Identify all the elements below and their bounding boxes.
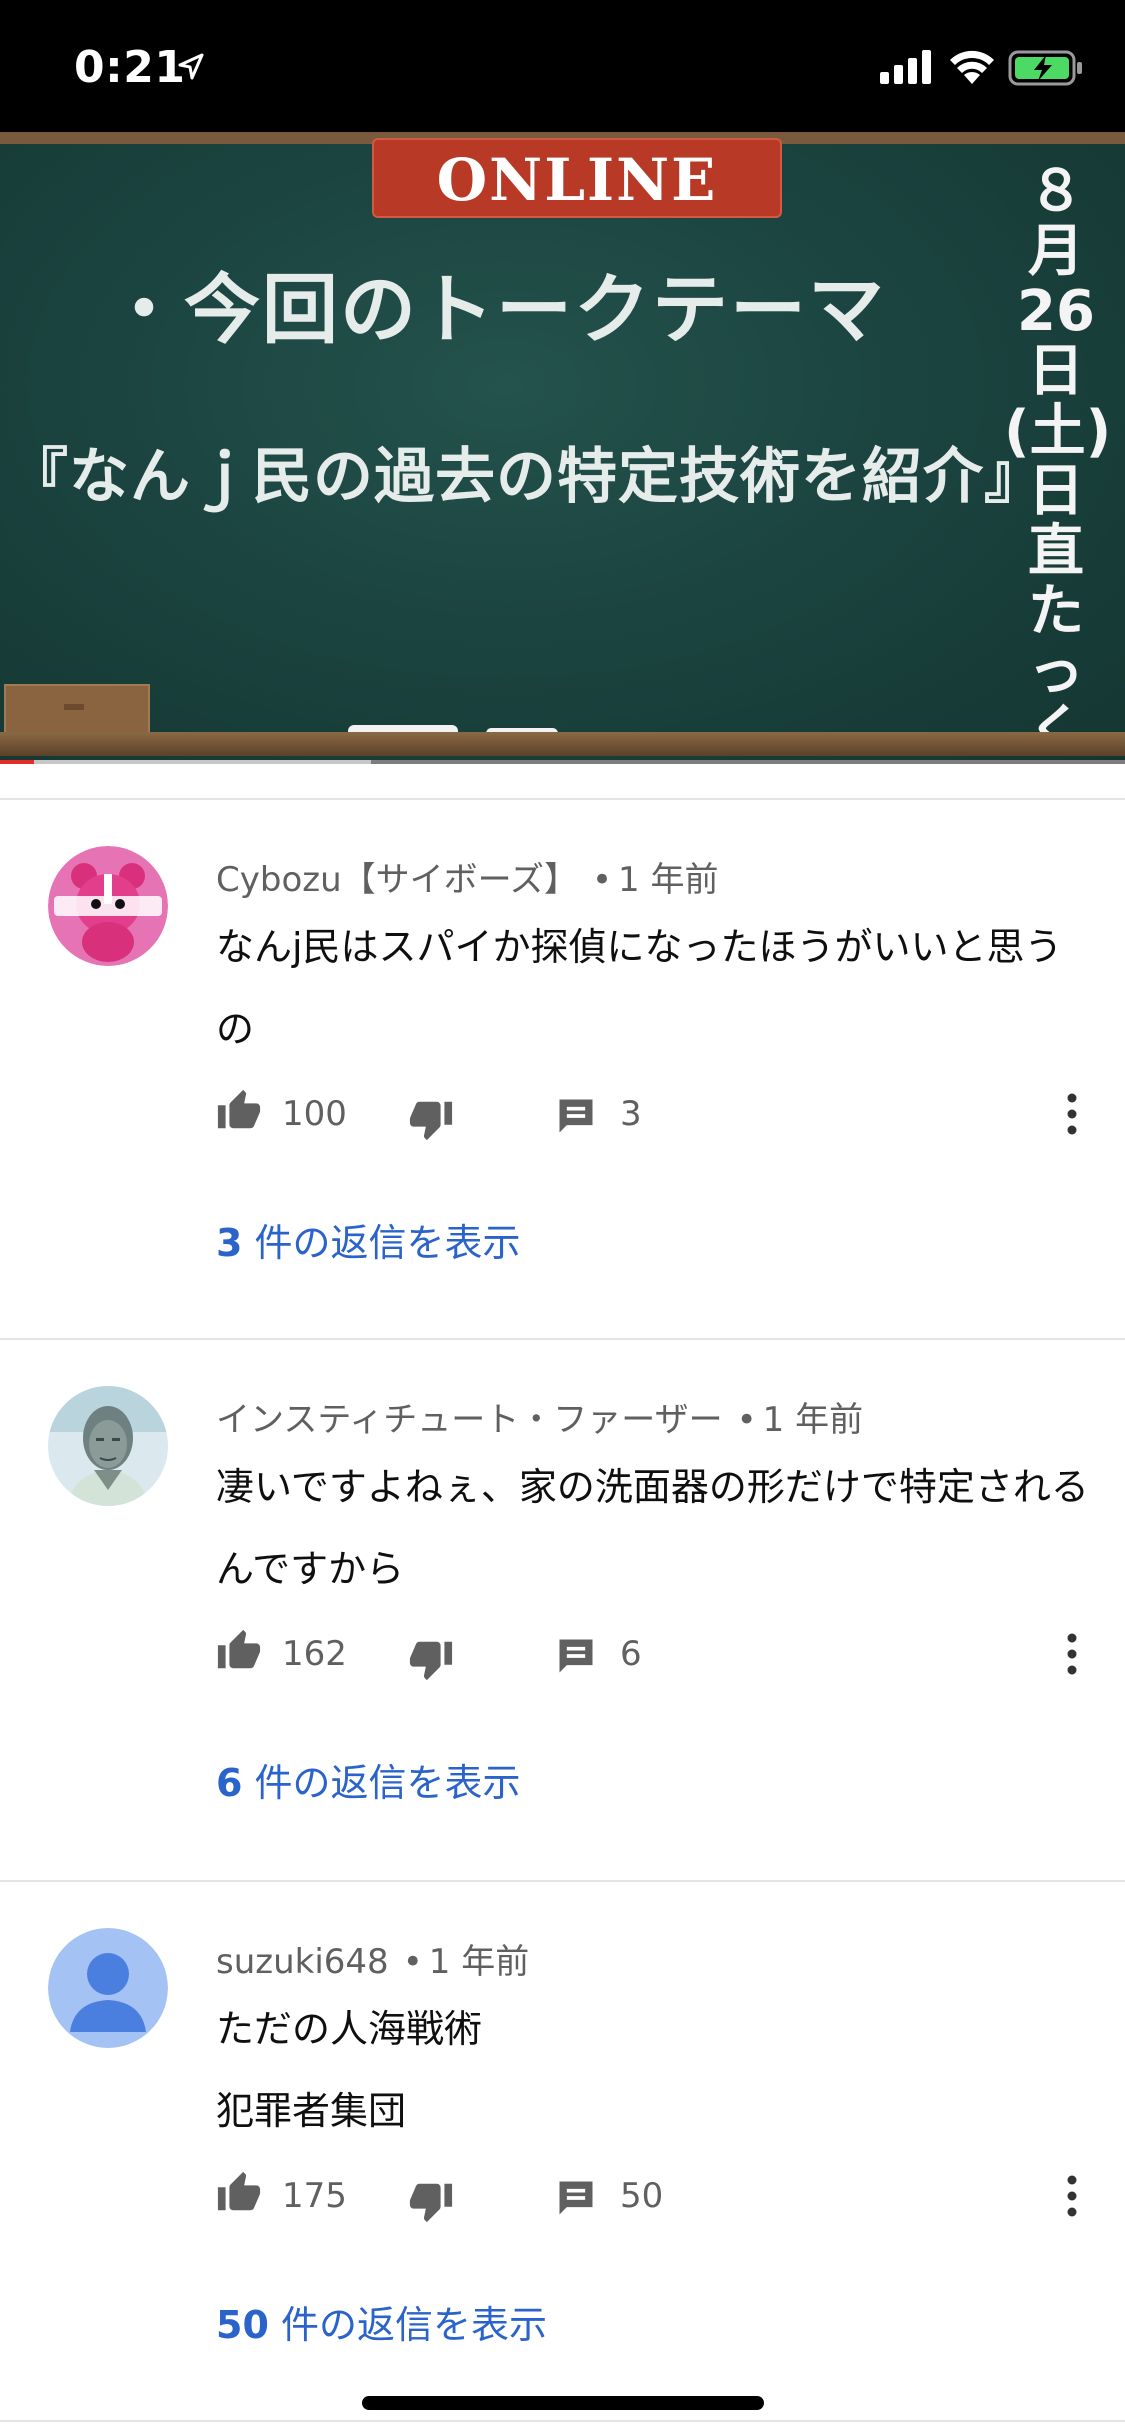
eraser-notch — [64, 704, 84, 710]
thumbs-down-icon[interactable] — [408, 1096, 454, 1142]
comment-item: インスティチュート・ファーザー • 1 年前 凄いですよねぇ、家の洗面器の形だけで特… — [0, 1340, 1125, 1878]
view-replies-count: 6 — [216, 1761, 243, 1805]
comment-item: Cybozu【サイボーズ】 • 1 年前 なんj民はスパイか探偵になったほうがいいと… — [0, 800, 1125, 1338]
comment-meta: Cybozu【サイボーズ】 • 1 年前 — [216, 852, 718, 901]
comment-item: suzuki648 • 1 年前 ただの人海戦術 犯罪者集団 175 50 50 件… — [0, 1882, 1125, 2420]
chalkboard-frame-bottom — [0, 732, 1125, 756]
broadcast-date-text: ８ 月 26 日 (土) 日直 たっくー — [1004, 159, 1112, 765]
view-replies-label: 件の返信を表示 — [280, 2303, 547, 2347]
person-silhouette-icon — [48, 1928, 168, 2048]
more-vertical-icon[interactable] — [1062, 1630, 1082, 1678]
view-replies-link[interactable]: 3 件の返信を表示 — [216, 1212, 521, 1267]
eraser-image — [4, 684, 150, 738]
thumbs-down-icon[interactable] — [408, 1636, 454, 1682]
view-replies-link[interactable]: 6 件の返信を表示 — [216, 1752, 521, 1807]
comment-meta: suzuki648 • 1 年前 — [216, 1934, 529, 1983]
meta-separator: • — [591, 860, 613, 900]
man-portrait-avatar[interactable] — [48, 1386, 168, 1506]
cellular-signal-icon — [880, 50, 931, 84]
reply-comment-icon[interactable] — [554, 1094, 598, 1138]
like-count: 100 — [282, 1094, 347, 1134]
comment-age: 1 年前 — [428, 1942, 530, 1982]
comment-actions: 100 3 — [216, 1082, 1096, 1142]
like-count: 162 — [282, 1634, 347, 1674]
view-replies-label: 件の返信を表示 — [254, 1221, 521, 1265]
meta-separator: • — [402, 1942, 423, 1982]
more-vertical-icon[interactable] — [1062, 1090, 1082, 1138]
comment-text: 凄いですよねぇ、家の洗面器の形だけで特定されるんですから — [216, 1465, 1089, 1591]
comment-author[interactable]: Cybozu【サイボーズ】 — [216, 860, 578, 900]
pink-bear-icon — [48, 846, 168, 966]
online-badge: ONLINE — [372, 138, 782, 218]
view-replies-label: 件の返信を表示 — [254, 1761, 521, 1805]
progress-played — [0, 760, 34, 764]
reply-count: 3 — [620, 1094, 642, 1134]
view-replies-count: 50 — [216, 2303, 269, 2347]
view-replies-link[interactable]: 50 件の返信を表示 — [216, 2294, 547, 2349]
view-replies-count: 3 — [216, 1221, 243, 1265]
comment-actions: 162 6 — [216, 1622, 1096, 1682]
divider — [0, 2420, 1125, 2422]
comment-author[interactable]: インスティチュート・ファーザー — [216, 1400, 723, 1440]
comment-age: 1 年前 — [618, 860, 719, 900]
status-time: 0:21 — [74, 42, 186, 93]
comment-actions: 175 50 — [216, 2164, 1096, 2224]
progress-buffered — [0, 760, 372, 764]
thumbs-up-icon[interactable] — [216, 1628, 262, 1674]
video-progress-bar[interactable] — [0, 760, 1125, 764]
man-portrait-icon — [48, 1386, 168, 1506]
thumbs-down-icon[interactable] — [408, 2178, 454, 2224]
more-vertical-icon[interactable] — [1062, 2172, 1082, 2220]
reply-count: 50 — [620, 2176, 664, 2216]
talk-theme-title: 『なんｊ民の過去の特定技術を紹介』 — [8, 442, 1045, 512]
wifi-icon — [950, 50, 994, 84]
reply-count: 6 — [620, 1634, 642, 1674]
video-player[interactable]: ONLINE ・今回のトークテーマ 『なんｊ民の過去の特定技術を紹介』 ８ 月 … — [0, 132, 1125, 764]
location-arrow-icon — [178, 53, 204, 80]
comment-meta: インスティチュート・ファーザー • 1 年前 — [216, 1392, 863, 1441]
thumbs-up-icon[interactable] — [216, 1088, 262, 1134]
thumbs-up-icon[interactable] — [216, 2170, 262, 2216]
status-bar: 0:21 — [0, 0, 1125, 132]
default-person-avatar[interactable] — [48, 1928, 168, 2048]
comment-text: なんj民はスパイか探偵になったほうがいいと思うの — [216, 925, 1063, 1051]
comment-age: 1 年前 — [762, 1400, 864, 1440]
battery-charging-icon — [1008, 50, 1082, 86]
home-indicator[interactable] — [362, 2396, 764, 2410]
comment-author[interactable]: suzuki648 — [216, 1942, 389, 1982]
reply-comment-icon[interactable] — [554, 1634, 598, 1678]
pink-bear-avatar[interactable] — [48, 846, 168, 966]
meta-separator: • — [736, 1400, 757, 1440]
comment-text: ただの人海戦術 犯罪者集団 — [216, 2007, 483, 2133]
reply-comment-icon[interactable] — [554, 2176, 598, 2220]
talk-theme-heading: ・今回のトークテーマ — [106, 265, 886, 354]
like-count: 175 — [282, 2176, 347, 2216]
